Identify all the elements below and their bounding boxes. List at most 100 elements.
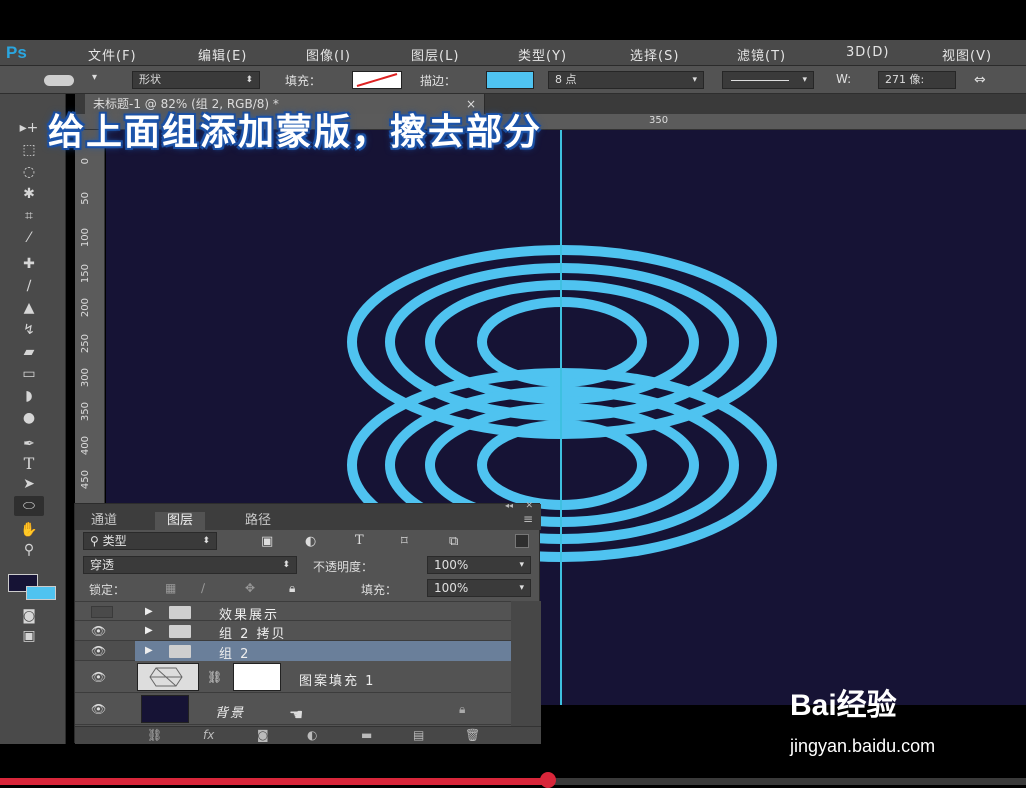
menu-layer[interactable]: 图层(L): [411, 45, 459, 64]
panel-menu-icon[interactable]: ≡: [523, 512, 533, 526]
stroke-swatch[interactable]: [486, 71, 534, 89]
eye-icon[interactable]: 👁︎: [91, 702, 106, 716]
menu-3d[interactable]: 3D(D): [846, 45, 889, 60]
ruler-label: 150: [80, 264, 91, 284]
quick-mask-icon[interactable]: ◙: [14, 606, 44, 626]
fill-swatch[interactable]: [352, 71, 402, 89]
layer-row[interactable]: 👁︎ ▶ 组 2 拷贝: [75, 621, 511, 642]
menu-type[interactable]: 类型(Y): [518, 45, 567, 64]
history-brush-tool-icon[interactable]: ↯: [14, 320, 44, 340]
new-layer-icon[interactable]: ▤: [413, 728, 424, 742]
lock-pixels-icon[interactable]: ∕: [201, 581, 205, 595]
new-group-icon[interactable]: ▬: [361, 728, 372, 742]
pen-tool-icon[interactable]: ✒: [14, 434, 44, 454]
layers-scrollbar[interactable]: [511, 601, 541, 726]
move-tool-icon[interactable]: ▸+: [14, 118, 44, 138]
stroke-size-field[interactable]: 8 点 ▾: [548, 71, 704, 89]
magic-wand-tool-icon[interactable]: ✱: [14, 184, 44, 204]
menu-image[interactable]: 图像(I): [306, 45, 351, 64]
gradient-tool-icon[interactable]: ▭: [14, 364, 44, 384]
eye-icon[interactable]: 👁︎: [91, 624, 106, 638]
opacity-value: 100%: [434, 558, 469, 572]
width-field[interactable]: 271 像:: [878, 71, 956, 89]
ruler-label: 50: [80, 192, 91, 205]
add-mask-icon[interactable]: ◙: [257, 728, 269, 742]
zoom-tool-icon[interactable]: ⚲: [14, 540, 44, 560]
ruler-label: 400: [80, 436, 91, 456]
ellipse-tool-icon[interactable]: [44, 75, 74, 86]
menu-edit[interactable]: 编辑(E): [198, 45, 247, 64]
expand-arrow-icon[interactable]: ▶: [145, 645, 153, 656]
fill-field[interactable]: 100% ▾: [427, 579, 531, 597]
options-bar: ▾ 形状 ⬍ 填充： 描边： 8 点 ▾ ▾ W: 271 像: ⇔: [0, 66, 1026, 94]
close-panel-icon[interactable]: ✕: [525, 501, 533, 511]
dodge-tool-icon[interactable]: ●: [14, 408, 44, 428]
type-tool-icon[interactable]: T: [14, 454, 44, 474]
stamp-tool-icon[interactable]: ▲: [14, 298, 44, 318]
mask-thumbnail[interactable]: [233, 663, 281, 691]
layer-row[interactable]: 👁︎ ⛓︎ 图案填充 1: [75, 661, 511, 693]
hand-tool-icon[interactable]: ✋: [14, 520, 44, 540]
lasso-tool-icon[interactable]: ◌: [14, 162, 44, 182]
tool-preset-chevron-icon[interactable]: ▾: [92, 72, 97, 83]
background-color-swatch[interactable]: [26, 586, 56, 600]
lock-transparent-icon[interactable]: ▦: [165, 581, 176, 595]
crop-tool-icon[interactable]: ⌗: [14, 206, 44, 226]
link-icon[interactable]: ⇔: [974, 72, 986, 88]
link-layers-icon[interactable]: ⛓︎: [147, 728, 162, 742]
layer-filter-select[interactable]: ⚲ 类型 ⬍: [83, 532, 217, 550]
layer-name: 图案填充 1: [299, 674, 376, 689]
stroke-type-select[interactable]: ▾: [722, 71, 814, 89]
lock-all-icon[interactable]: 🔒︎: [289, 581, 295, 596]
healing-brush-tool-icon[interactable]: ✚: [14, 254, 44, 274]
lock-position-icon[interactable]: ✥: [245, 581, 255, 595]
lock-label: 锁定：: [89, 583, 126, 597]
screen-mode-icon[interactable]: ▣: [14, 626, 44, 646]
menu-select[interactable]: 选择(S): [630, 45, 679, 64]
shape-mode-select[interactable]: 形状 ⬍: [132, 71, 260, 89]
expand-arrow-icon[interactable]: ▶: [145, 625, 153, 636]
panel-tabs: 通道 图层 路径 ≡: [75, 512, 541, 530]
eyedropper-tool-icon[interactable]: ⁄: [14, 228, 44, 248]
filter-adjustment-icon[interactable]: ◐: [305, 534, 316, 549]
eraser-tool-icon[interactable]: ▰: [14, 342, 44, 362]
video-scrubber-handle[interactable]: [540, 772, 556, 788]
layer-name: 组 2: [219, 647, 251, 662]
filter-pixel-icon[interactable]: ▣: [261, 534, 273, 549]
tab-channels[interactable]: 通道: [79, 512, 129, 530]
layer-style-fx-icon[interactable]: fx: [203, 728, 214, 742]
filter-type-icon[interactable]: T: [355, 533, 364, 548]
panel-bottom-bar: ⛓︎ fx ◙ ◐ ▬ ▤ 🗑︎: [75, 726, 541, 744]
video-progress-fill: [0, 778, 549, 785]
menu-view[interactable]: 视图(V): [942, 45, 992, 64]
ellipse-shape-tool-icon[interactable]: ⬭: [14, 496, 44, 516]
layer-row[interactable]: 👁︎ 背景 🔒︎ ☚: [75, 693, 511, 725]
tab-paths[interactable]: 路径: [233, 512, 283, 530]
path-selection-tool-icon[interactable]: ➤: [14, 474, 44, 494]
chain-link-icon[interactable]: ⛓︎: [207, 670, 222, 684]
filter-shape-icon[interactable]: ⌑: [401, 534, 408, 549]
filter-smart-object-icon[interactable]: ⧉: [449, 534, 458, 549]
collapse-icon[interactable]: ◂◂: [505, 501, 513, 510]
video-progress-track[interactable]: [0, 778, 1026, 785]
blend-mode-value: 穿透: [90, 558, 115, 572]
brush-tool-icon[interactable]: ∕: [14, 276, 44, 296]
filter-toggle[interactable]: [515, 534, 529, 548]
layer-row[interactable]: ▶ 效果展示: [75, 601, 511, 623]
marquee-tool-icon[interactable]: ⬚: [14, 140, 44, 160]
expand-arrow-icon[interactable]: ▶: [145, 606, 153, 617]
eye-icon[interactable]: 👁︎: [91, 644, 106, 658]
opacity-field[interactable]: 100% ▾: [427, 556, 531, 574]
menu-filter[interactable]: 滤镜(T): [737, 45, 786, 64]
fill-value: 100%: [434, 581, 469, 595]
eye-icon[interactable]: 👁︎: [91, 670, 106, 684]
no-fill-icon: [356, 73, 398, 87]
menu-file[interactable]: 文件(F): [88, 45, 137, 64]
trash-icon[interactable]: 🗑︎: [465, 728, 480, 742]
adjustment-layer-icon[interactable]: ◐: [307, 728, 317, 742]
tab-layers[interactable]: 图层: [155, 512, 206, 530]
visibility-off-box[interactable]: [91, 606, 113, 618]
layer-row-selected[interactable]: 👁︎ ▶ 组 2: [75, 641, 511, 662]
blend-mode-select[interactable]: 穿透 ⬍: [83, 556, 297, 574]
blur-tool-icon[interactable]: ◗: [14, 386, 44, 406]
